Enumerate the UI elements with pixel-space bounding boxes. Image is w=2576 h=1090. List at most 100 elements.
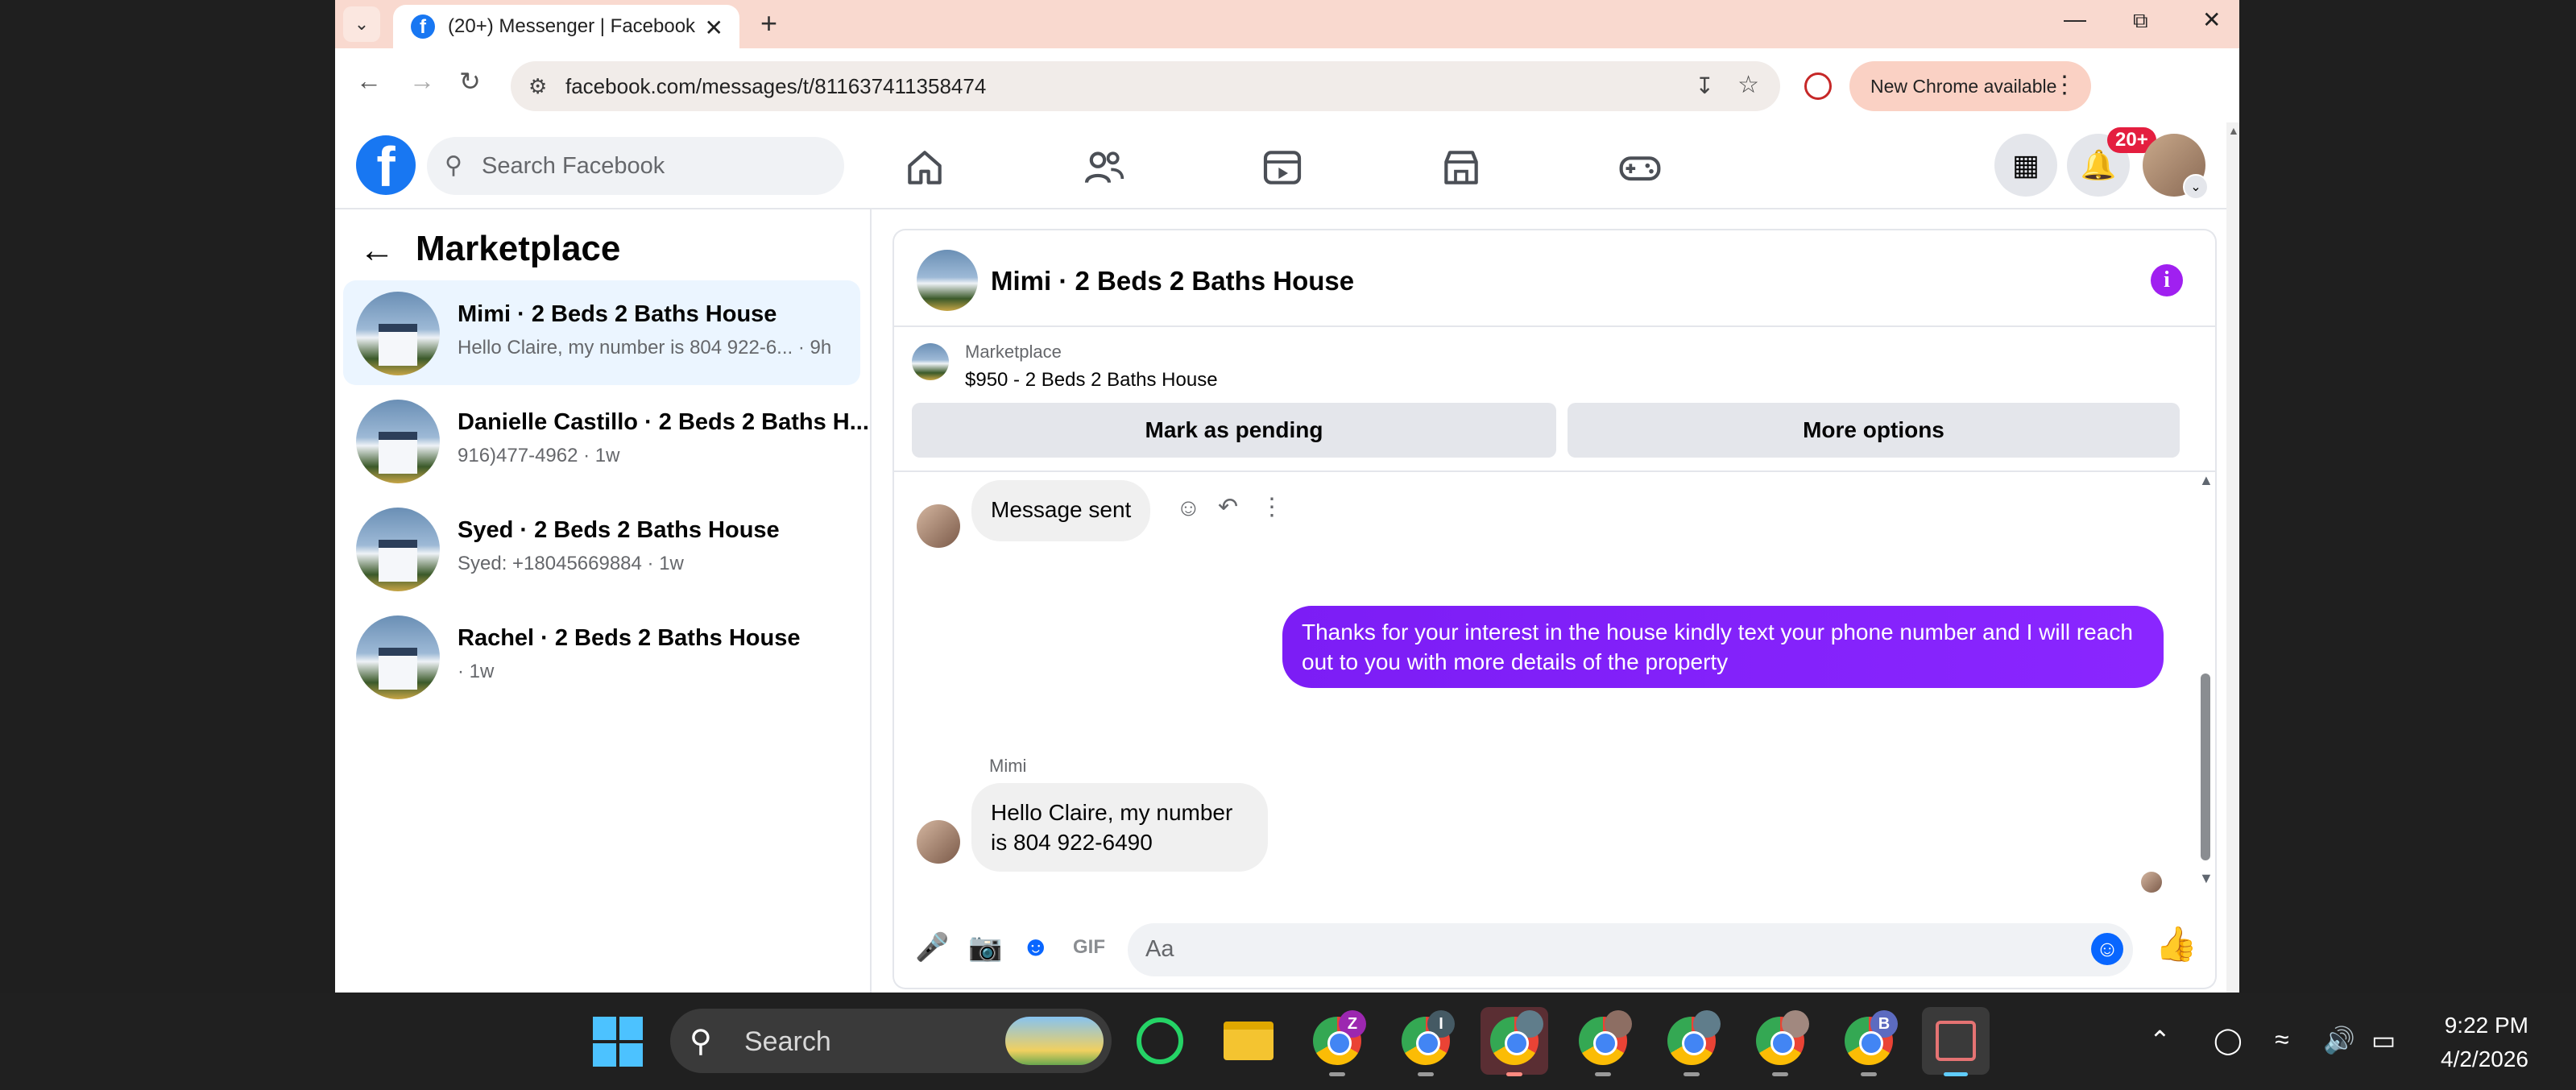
tab-search-chevron-icon[interactable]: ⌄ xyxy=(343,6,380,42)
conversation-item[interactable]: Syed · 2 Beds 2 Baths House Syed: +18045… xyxy=(343,496,860,601)
more-options-button[interactable]: More options xyxy=(1568,403,2180,458)
windows-start-icon[interactable] xyxy=(593,1017,643,1067)
gaming-icon[interactable] xyxy=(1617,145,1663,190)
bookmark-star-icon[interactable]: ☆ xyxy=(1737,71,1759,99)
conversation-snippet: Syed: +18045669884 · 1w xyxy=(458,553,684,574)
chat-avatar[interactable] xyxy=(917,250,978,311)
chrome-profile-icon[interactable] xyxy=(1746,1007,1814,1076)
file-explorer-icon[interactable] xyxy=(1215,1007,1282,1075)
address-bar[interactable]: ⚙ facebook.com/messages/t/81163741135847… xyxy=(511,61,1780,111)
conversation-item[interactable]: Rachel · 2 Beds 2 Baths House · 1w xyxy=(343,604,860,709)
reload-icon[interactable]: ↻ xyxy=(459,66,481,97)
back-arrow-icon[interactable]: ← xyxy=(356,66,382,96)
contact-avatar[interactable] xyxy=(917,820,960,864)
facebook-header: f ⚲ Search Facebook ▦ 🔔 20+ ⌄ xyxy=(335,122,2226,209)
whatsapp-icon[interactable] xyxy=(1126,1007,1194,1075)
close-tab-icon[interactable]: ✕ xyxy=(705,15,723,41)
profile-badge xyxy=(1782,1010,1809,1038)
listing-thumbnail xyxy=(912,343,949,380)
volume-icon[interactable]: 🔊 xyxy=(2323,1025,2355,1055)
menu-grid-icon[interactable]: ▦ xyxy=(1994,134,2057,197)
scroll-up-icon[interactable]: ▲ xyxy=(2228,124,2239,137)
tab-title: (20+) Messenger | Facebook xyxy=(448,15,696,37)
sender-name: Mimi xyxy=(989,756,1027,776)
contact-avatar[interactable] xyxy=(917,504,960,548)
message-input[interactable]: Aa ☺ xyxy=(1128,923,2133,976)
page-scrollbar[interactable]: ▲ xyxy=(2226,122,2239,993)
scrollbar-thumb[interactable] xyxy=(2201,673,2210,860)
chrome-profile-icon[interactable]: Z xyxy=(1303,1007,1371,1076)
browser-tab-active[interactable]: f (20+) Messenger | Facebook ✕ xyxy=(393,5,739,48)
conversation-item[interactable]: Mimi · 2 Beds 2 Baths House Hello Claire… xyxy=(343,280,860,385)
chrome-profile-icon[interactable]: B xyxy=(1835,1007,1903,1076)
message-placeholder: Aa xyxy=(1145,936,1174,962)
thumbs-up-like-icon[interactable]: 👍 xyxy=(2156,925,2197,964)
conversation-name: Rachel · 2 Beds 2 Baths House xyxy=(458,625,801,651)
scroll-down-icon[interactable]: ▼ xyxy=(2199,870,2214,887)
gif-icon[interactable]: GIF xyxy=(1073,936,1105,959)
house-listing-thumbnail xyxy=(356,292,440,375)
account-avatar[interactable]: ⌄ xyxy=(2143,134,2209,200)
profile-badge xyxy=(1605,1010,1632,1038)
read-receipt-avatar xyxy=(2141,872,2162,893)
new-tab-icon[interactable]: + xyxy=(760,6,777,40)
info-icon[interactable]: i xyxy=(2151,264,2183,296)
mark-as-pending-button[interactable]: Mark as pending xyxy=(912,403,1556,458)
react-emoji-icon[interactable]: ☺ xyxy=(1176,495,1201,522)
back-arrow-icon[interactable]: ← xyxy=(359,230,395,271)
home-icon[interactable] xyxy=(902,145,947,190)
system-clock[interactable]: 9:22 PM 4/2/2026 xyxy=(2441,1009,2528,1076)
house-listing-thumbnail xyxy=(356,615,440,699)
site-settings-icon[interactable]: ⚙ xyxy=(528,74,547,99)
more-actions-icon[interactable]: ⋮ xyxy=(1260,493,1284,521)
scroll-up-icon[interactable]: ▲ xyxy=(2199,472,2214,489)
windows-taskbar: ⚲ Search Z I B ⌃ ◯ ≈ 🔊 ▭ 9:22 PM 4/2/202… xyxy=(0,993,2576,1090)
reply-icon[interactable]: ↶ xyxy=(1218,493,1238,521)
battery-icon[interactable]: ▭ xyxy=(2371,1025,2396,1055)
tab-strip: ⌄ f (20+) Messenger | Facebook ✕ + — ⧉ ✕ xyxy=(335,0,2239,48)
minimize-icon[interactable]: — xyxy=(2064,6,2086,32)
video-icon[interactable] xyxy=(1260,145,1305,190)
profile-icon[interactable] xyxy=(1804,73,1832,100)
sticker-icon[interactable]: ☻ xyxy=(1021,931,1050,963)
show-hidden-icons-chevron-icon[interactable]: ⌃ xyxy=(2149,1025,2171,1055)
emoji-icon[interactable]: ☺ xyxy=(2091,933,2123,965)
chevron-down-icon[interactable]: ⌄ xyxy=(2183,174,2209,200)
onedrive-sync-icon[interactable]: ◯ xyxy=(2214,1025,2243,1055)
clock-date: 4/2/2026 xyxy=(2441,1046,2528,1071)
chat-scrollbar[interactable]: ▲ ▼ xyxy=(2196,472,2215,891)
profile-badge: I xyxy=(1427,1010,1455,1038)
install-app-icon[interactable]: ↧ xyxy=(1696,73,1714,99)
snipping-tool-icon[interactable] xyxy=(1922,1007,1990,1076)
chrome-profile-icon[interactable] xyxy=(1481,1007,1548,1076)
search-icon: ⚲ xyxy=(445,152,462,179)
friends-icon[interactable] xyxy=(1081,145,1126,190)
browser-window: ⌄ f (20+) Messenger | Facebook ✕ + — ⧉ ✕… xyxy=(335,0,2239,993)
chat-title[interactable]: Mimi · 2 Beds 2 Baths House xyxy=(991,266,1354,296)
chrome-profile-icon[interactable] xyxy=(1658,1007,1725,1076)
facebook-search-input[interactable]: ⚲ Search Facebook xyxy=(427,137,844,195)
house-listing-thumbnail xyxy=(356,400,440,483)
new-chrome-available-button[interactable]: New Chrome available ⋮ xyxy=(1849,61,2091,111)
microphone-icon[interactable]: 🎤 xyxy=(915,931,949,964)
conversation-item[interactable]: Danielle Castillo · 2 Beds 2 Baths H... … xyxy=(343,388,869,493)
chrome-profile-icon[interactable]: I xyxy=(1392,1007,1460,1076)
search-highlight-image xyxy=(1005,1017,1104,1065)
incoming-message-bubble[interactable]: Hello Claire, my number is 804 922-6490 xyxy=(971,783,1268,872)
photo-icon[interactable]: 📷 xyxy=(968,931,1002,964)
outgoing-message-bubble[interactable]: Thanks for your interest in the house ki… xyxy=(1282,606,2164,688)
marketplace-icon[interactable] xyxy=(1439,145,1484,190)
wifi-icon[interactable]: ≈ xyxy=(2275,1025,2289,1055)
facebook-logo-icon[interactable]: f xyxy=(356,135,416,195)
taskbar-search[interactable]: ⚲ Search xyxy=(670,1009,1112,1073)
close-window-icon[interactable]: ✕ xyxy=(2202,6,2221,33)
profile-badge: Z xyxy=(1339,1010,1366,1038)
incoming-message-bubble[interactable]: Message sent xyxy=(971,480,1151,541)
listing-title[interactable]: $950 - 2 Beds 2 Baths House xyxy=(965,369,1218,392)
forward-arrow-icon[interactable]: → xyxy=(409,66,435,96)
kebab-menu-icon[interactable]: ⋮ xyxy=(2052,71,2077,99)
message-composer: 🎤 📷 ☻ GIF Aa ☺ 👍 xyxy=(894,907,2215,988)
conversation-snippet: 916)477-4962 · 1w xyxy=(458,445,620,466)
restore-icon[interactable]: ⧉ xyxy=(2133,8,2148,34)
chrome-profile-icon[interactable] xyxy=(1569,1007,1637,1076)
